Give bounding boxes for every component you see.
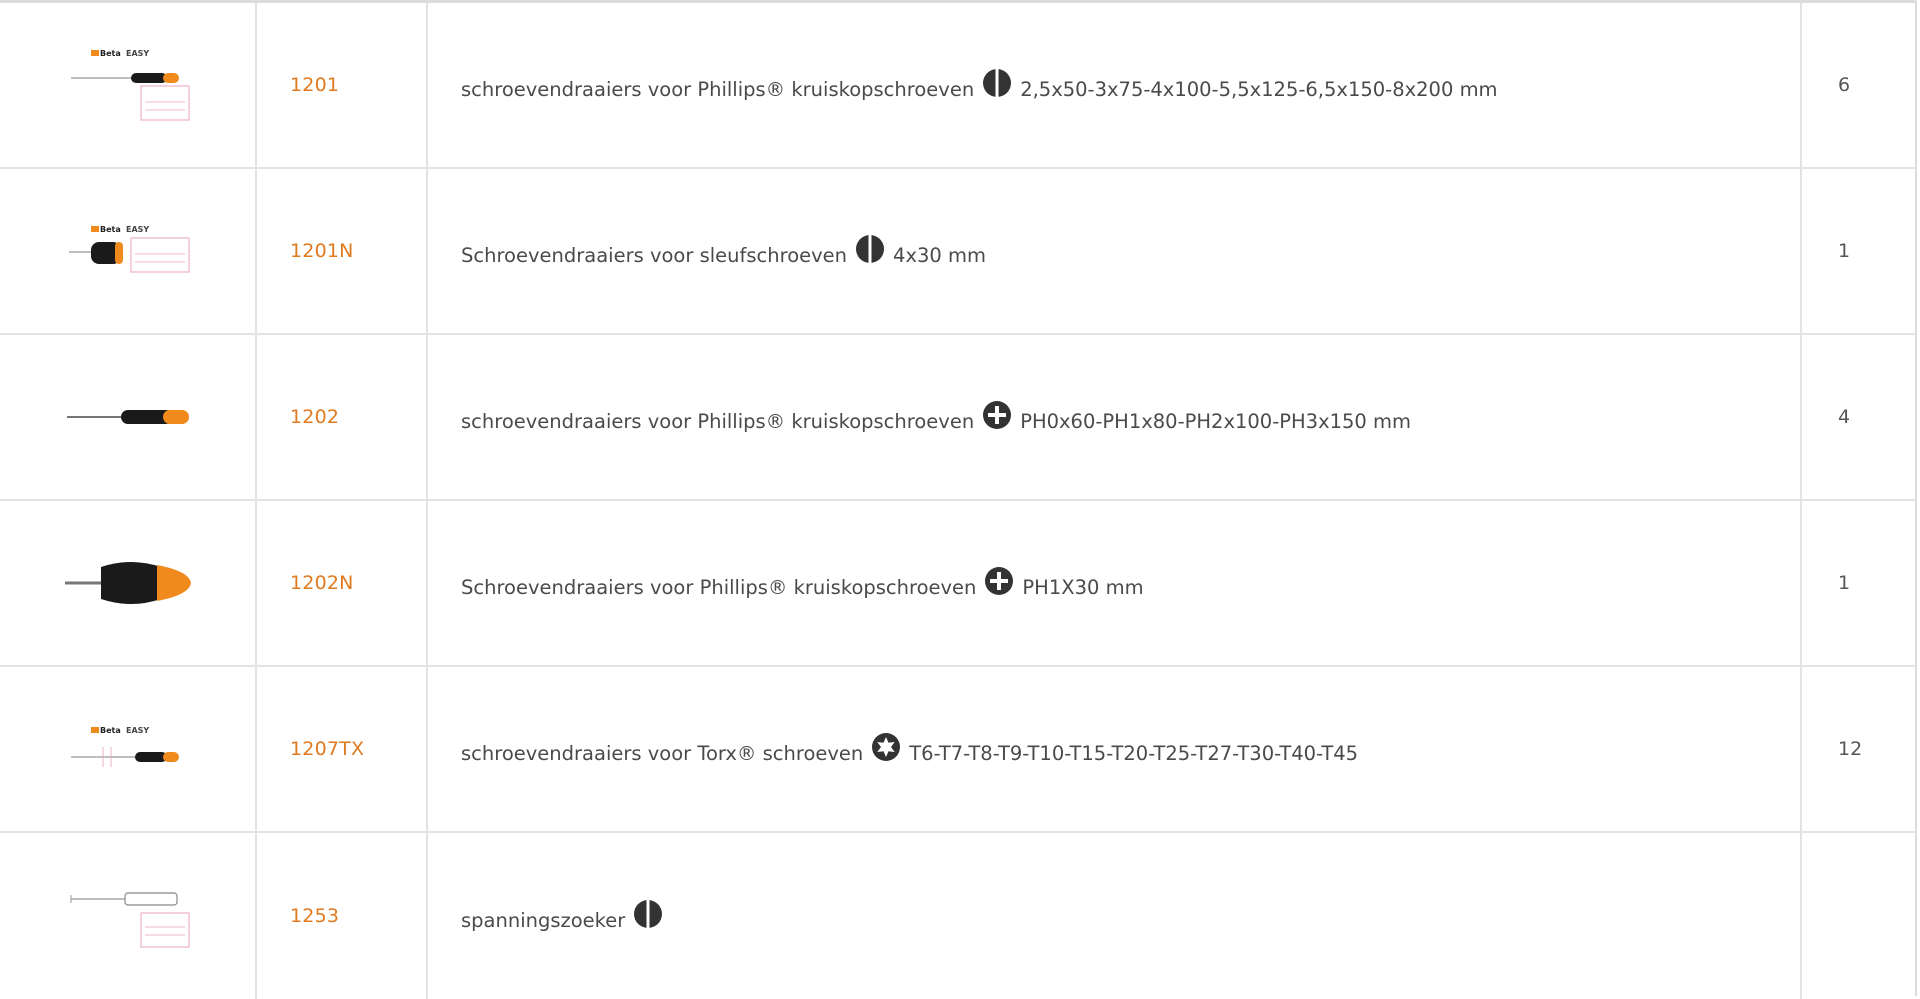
svg-text:Beta: Beta	[100, 225, 121, 234]
table-row: 1202N Schroevendraaiers voor Phillips® k…	[0, 501, 1915, 667]
product-description: spanningszoeker	[461, 900, 671, 932]
svg-text:EASY: EASY	[126, 225, 149, 234]
description-text: schroevendraaiers voor Phillips® kruisko…	[461, 77, 975, 101]
image-cell	[0, 335, 257, 499]
phillips-tip-icon	[984, 566, 1014, 596]
product-thumbnail[interactable]	[61, 553, 195, 613]
slotted-tip-icon	[982, 68, 1012, 98]
description-text: spanningszoeker	[461, 908, 626, 932]
size-spec: 2,5x50-3x75-4x100-5,5x125-6,5x150-8x200 …	[1020, 77, 1498, 101]
image-cell: Beta EASY	[0, 3, 257, 167]
image-cell: Beta EASY	[0, 169, 257, 333]
product-code-link[interactable]: 1201N	[290, 240, 354, 262]
size-spec: 4x30 mm	[893, 243, 986, 267]
product-thumbnail[interactable]	[63, 397, 193, 437]
product-code-link[interactable]: 1202	[290, 406, 339, 428]
quantity: 4	[1838, 406, 1851, 428]
image-cell	[0, 501, 257, 665]
slotted-tip-icon	[633, 899, 663, 929]
quantity: 1	[1838, 240, 1851, 262]
slotted-tip-icon	[855, 234, 885, 264]
product-thumbnail[interactable]: Beta EASY	[63, 719, 193, 779]
product-code-link[interactable]: 1202N	[290, 572, 354, 594]
product-thumbnail[interactable]: Beta EASY	[63, 208, 193, 294]
svg-text:EASY: EASY	[126, 49, 149, 58]
quantity: 1	[1838, 572, 1851, 594]
image-cell	[0, 833, 257, 999]
table-row: Beta EASY 1201N Schroevendraaiers voor s…	[0, 169, 1915, 335]
description-text: schroevendraaiers voor Phillips® kruisko…	[461, 409, 975, 433]
size-spec: PH0x60-PH1x80-PH2x100-PH3x150 mm	[1020, 409, 1412, 433]
table-row: 1253 spanningszoeker	[0, 833, 1915, 999]
product-description: schroevendraaiers voor Torx® schroeven T…	[461, 733, 1359, 765]
product-description: Schroevendraaiers voor sleufschroeven 4x…	[461, 235, 986, 267]
image-cell: Beta EASY	[0, 667, 257, 831]
description-text: schroevendraaiers voor Torx® schroeven	[461, 741, 864, 765]
product-code-link[interactable]: 1253	[290, 905, 339, 927]
size-spec: T6-T7-T8-T9-T10-T15-T20-T25-T27-T30-T40-…	[909, 741, 1359, 765]
phillips-tip-icon	[982, 400, 1012, 430]
product-table: Beta EASY 1201 schroevendraaiers voor Ph…	[0, 0, 1917, 999]
svg-text:Beta: Beta	[100, 49, 121, 58]
product-code-link[interactable]: 1201	[290, 74, 339, 96]
table-row: 1202 schroevendraaiers voor Phillips® kr…	[0, 335, 1915, 501]
product-description: Schroevendraaiers voor Phillips® kruisko…	[461, 567, 1144, 599]
product-description: schroevendraaiers voor Phillips® kruisko…	[461, 69, 1498, 101]
quantity: 6	[1838, 74, 1851, 96]
svg-text:Beta: Beta	[100, 726, 121, 735]
table-row: Beta EASY 1207TX schroevendraaiers voor …	[0, 667, 1915, 833]
table-row: Beta EASY 1201 schroevendraaiers voor Ph…	[0, 3, 1915, 169]
product-thumbnail[interactable]: Beta EASY	[63, 42, 193, 128]
product-code-link[interactable]: 1207TX	[290, 738, 364, 760]
product-description: schroevendraaiers voor Phillips® kruisko…	[461, 401, 1412, 433]
quantity: 12	[1838, 738, 1863, 760]
description-text: Schroevendraaiers voor sleufschroeven	[461, 243, 848, 267]
description-text: Schroevendraaiers voor Phillips® kruisko…	[461, 575, 977, 599]
product-thumbnail[interactable]	[63, 873, 193, 959]
svg-text:EASY: EASY	[126, 726, 149, 735]
torx-tip-icon	[871, 732, 901, 762]
size-spec: PH1X30 mm	[1022, 575, 1144, 599]
